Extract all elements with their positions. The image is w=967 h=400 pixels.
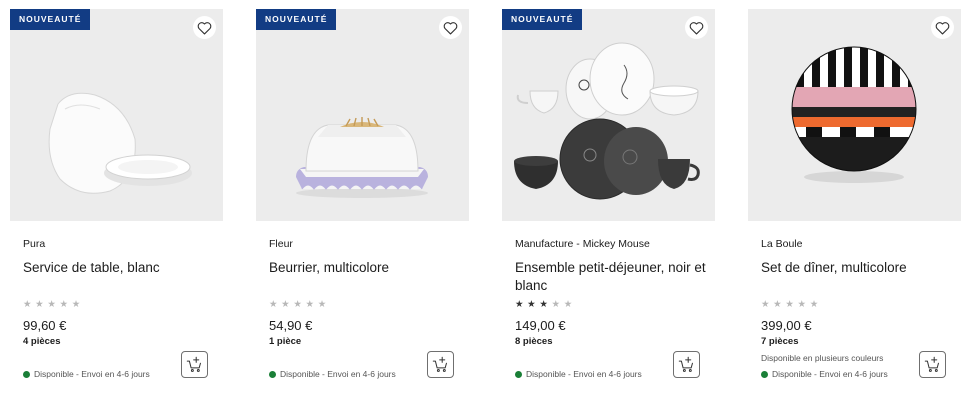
rating-stars: ★ ★ ★ ★ ★ [269, 299, 327, 310]
add-to-cart-button[interactable] [919, 351, 946, 378]
add-to-cart-icon [432, 356, 447, 372]
add-to-cart-button[interactable] [673, 351, 700, 378]
green-dot-icon [515, 370, 522, 378]
heart-outline-icon [197, 21, 212, 34]
star: ★ [551, 299, 561, 310]
product-price: 149,00 € [515, 318, 566, 333]
star: ★ [23, 299, 33, 310]
green-dot-icon [269, 370, 276, 378]
new-badge: NOUVEAUTÉ [256, 9, 337, 30]
star: ★ [761, 299, 771, 310]
availability-status: Disponible - Envoi en 4-6 jours [23, 369, 150, 379]
mickey-breakfast-set-image [514, 42, 700, 200]
product-price: 54,90 € [269, 318, 313, 333]
product-brand: Pura [23, 238, 46, 250]
product-image[interactable]: NOUVEAUTÉ [10, 9, 223, 221]
star: ★ [527, 299, 537, 310]
star: ★ [539, 299, 549, 310]
star: ★ [293, 299, 303, 310]
availability-text: Disponible - Envoi en 4-6 jours [280, 369, 396, 379]
product-price: 99,60 € [23, 318, 67, 333]
availability-text: Disponible - Envoi en 4-6 jours [526, 369, 642, 379]
piece-count: 7 pièces [761, 336, 799, 347]
availability-status: Disponible - Envoi en 4-6 jours [269, 369, 396, 379]
star: ★ [797, 299, 807, 310]
product-title[interactable]: Beurrier, multicolore [269, 259, 464, 277]
star: ★ [515, 299, 525, 310]
new-badge: NOUVEAUTÉ [502, 9, 583, 30]
piece-count: 8 pièces [515, 336, 553, 347]
availability-status: Disponible - Envoi en 4-6 jours [515, 369, 642, 379]
add-to-cart-button[interactable] [181, 351, 208, 378]
heart-outline-icon [935, 21, 950, 34]
favorite-button[interactable] [931, 16, 954, 39]
favorite-button[interactable] [439, 16, 462, 39]
product-title[interactable]: Set de dîner, multicolore [761, 259, 956, 277]
product-brand: Fleur [269, 238, 293, 250]
product-brand: La Boule [761, 238, 803, 250]
star: ★ [773, 299, 783, 310]
star: ★ [563, 299, 573, 310]
star: ★ [59, 299, 69, 310]
la-boule-dinner-set-image [791, 46, 917, 183]
favorite-button[interactable] [685, 16, 708, 39]
piece-count: 1 pièce [269, 336, 302, 347]
add-to-cart-icon [924, 356, 939, 372]
green-dot-icon [23, 370, 30, 378]
star: ★ [71, 299, 81, 310]
product-price: 399,00 € [761, 318, 812, 333]
product-image[interactable]: NOUVEAUTÉ [256, 9, 469, 221]
favorite-button[interactable] [193, 16, 216, 39]
star: ★ [35, 299, 45, 310]
add-to-cart-icon [678, 356, 693, 372]
white-dinnerware-image [48, 92, 192, 194]
color-options-note: Disponible en plusieurs couleurs [761, 353, 884, 363]
availability-text: Disponible - Envoi en 4-6 jours [34, 369, 150, 379]
star: ★ [281, 299, 291, 310]
product-image[interactable]: NOUVEAUTÉ [502, 9, 715, 221]
product-card-pura[interactable]: NOUVEAUTÉ Pura Service de table, blanc ★… [10, 9, 223, 394]
product-title[interactable]: Service de table, blanc [23, 259, 218, 277]
star: ★ [269, 299, 279, 310]
rating-stars: ★ ★ ★ ★ ★ [23, 299, 81, 310]
rating-stars: ★ ★ ★ ★ ★ [761, 299, 819, 310]
new-badge: NOUVEAUTÉ [10, 9, 91, 30]
heart-outline-icon [443, 21, 458, 34]
heart-outline-icon [689, 21, 704, 34]
product-card-mickey-mouse[interactable]: NOUVEAUTÉ Manufacture - Mickey Mouse Ens… [502, 9, 715, 394]
product-brand: Manufacture - Mickey Mouse [515, 238, 650, 250]
product-image[interactable] [748, 9, 961, 221]
piece-count: 4 pièces [23, 336, 61, 347]
star: ★ [47, 299, 57, 310]
add-to-cart-button[interactable] [427, 351, 454, 378]
availability-status: Disponible - Envoi en 4-6 jours [761, 369, 888, 379]
rating-stars: ★ ★ ★ ★ ★ [515, 299, 573, 310]
butter-dish-image [296, 117, 428, 198]
green-dot-icon [761, 370, 768, 378]
product-title[interactable]: Ensemble petit-déjeuner, noir et blanc [515, 259, 710, 295]
availability-text: Disponible - Envoi en 4-6 jours [772, 369, 888, 379]
star: ★ [305, 299, 315, 310]
star: ★ [317, 299, 327, 310]
product-card-fleur[interactable]: NOUVEAUTÉ Fleur Beurrier, multicolore ★ … [256, 9, 469, 394]
star: ★ [809, 299, 819, 310]
add-to-cart-icon [186, 356, 201, 372]
star: ★ [785, 299, 795, 310]
product-card-la-boule[interactable]: La Boule Set de dîner, multicolore ★ ★ ★… [748, 9, 961, 394]
